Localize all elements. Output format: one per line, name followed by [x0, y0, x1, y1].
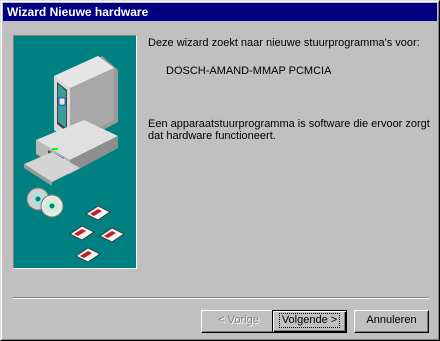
wizard-illustration	[13, 35, 137, 269]
description-text: Een apparaatstuurprogramma is software d…	[148, 118, 430, 142]
window-title: Wizard Nieuwe hardware	[7, 5, 149, 19]
intro-text: Deze wizard zoekt naar nieuwe stuurprogr…	[148, 37, 420, 49]
device-name: DOSCH-AMAND-MMAP PCMCIA	[166, 65, 332, 77]
back-button-label: < Vorige	[218, 314, 259, 326]
wizard-window: Wizard Nieuwe hardware Deze wizard zoekt…	[0, 0, 440, 341]
next-button[interactable]: Volgende >	[272, 310, 347, 333]
cancel-button[interactable]: Annuleren	[354, 310, 429, 333]
title-bar[interactable]: Wizard Nieuwe hardware	[3, 3, 437, 21]
cancel-button-label: Annuleren	[366, 314, 417, 326]
computer-illustration-icon	[24, 56, 125, 263]
separator	[13, 297, 429, 299]
next-button-label: Volgende >	[278, 313, 341, 328]
back-button[interactable]: < Vorige	[201, 310, 276, 333]
